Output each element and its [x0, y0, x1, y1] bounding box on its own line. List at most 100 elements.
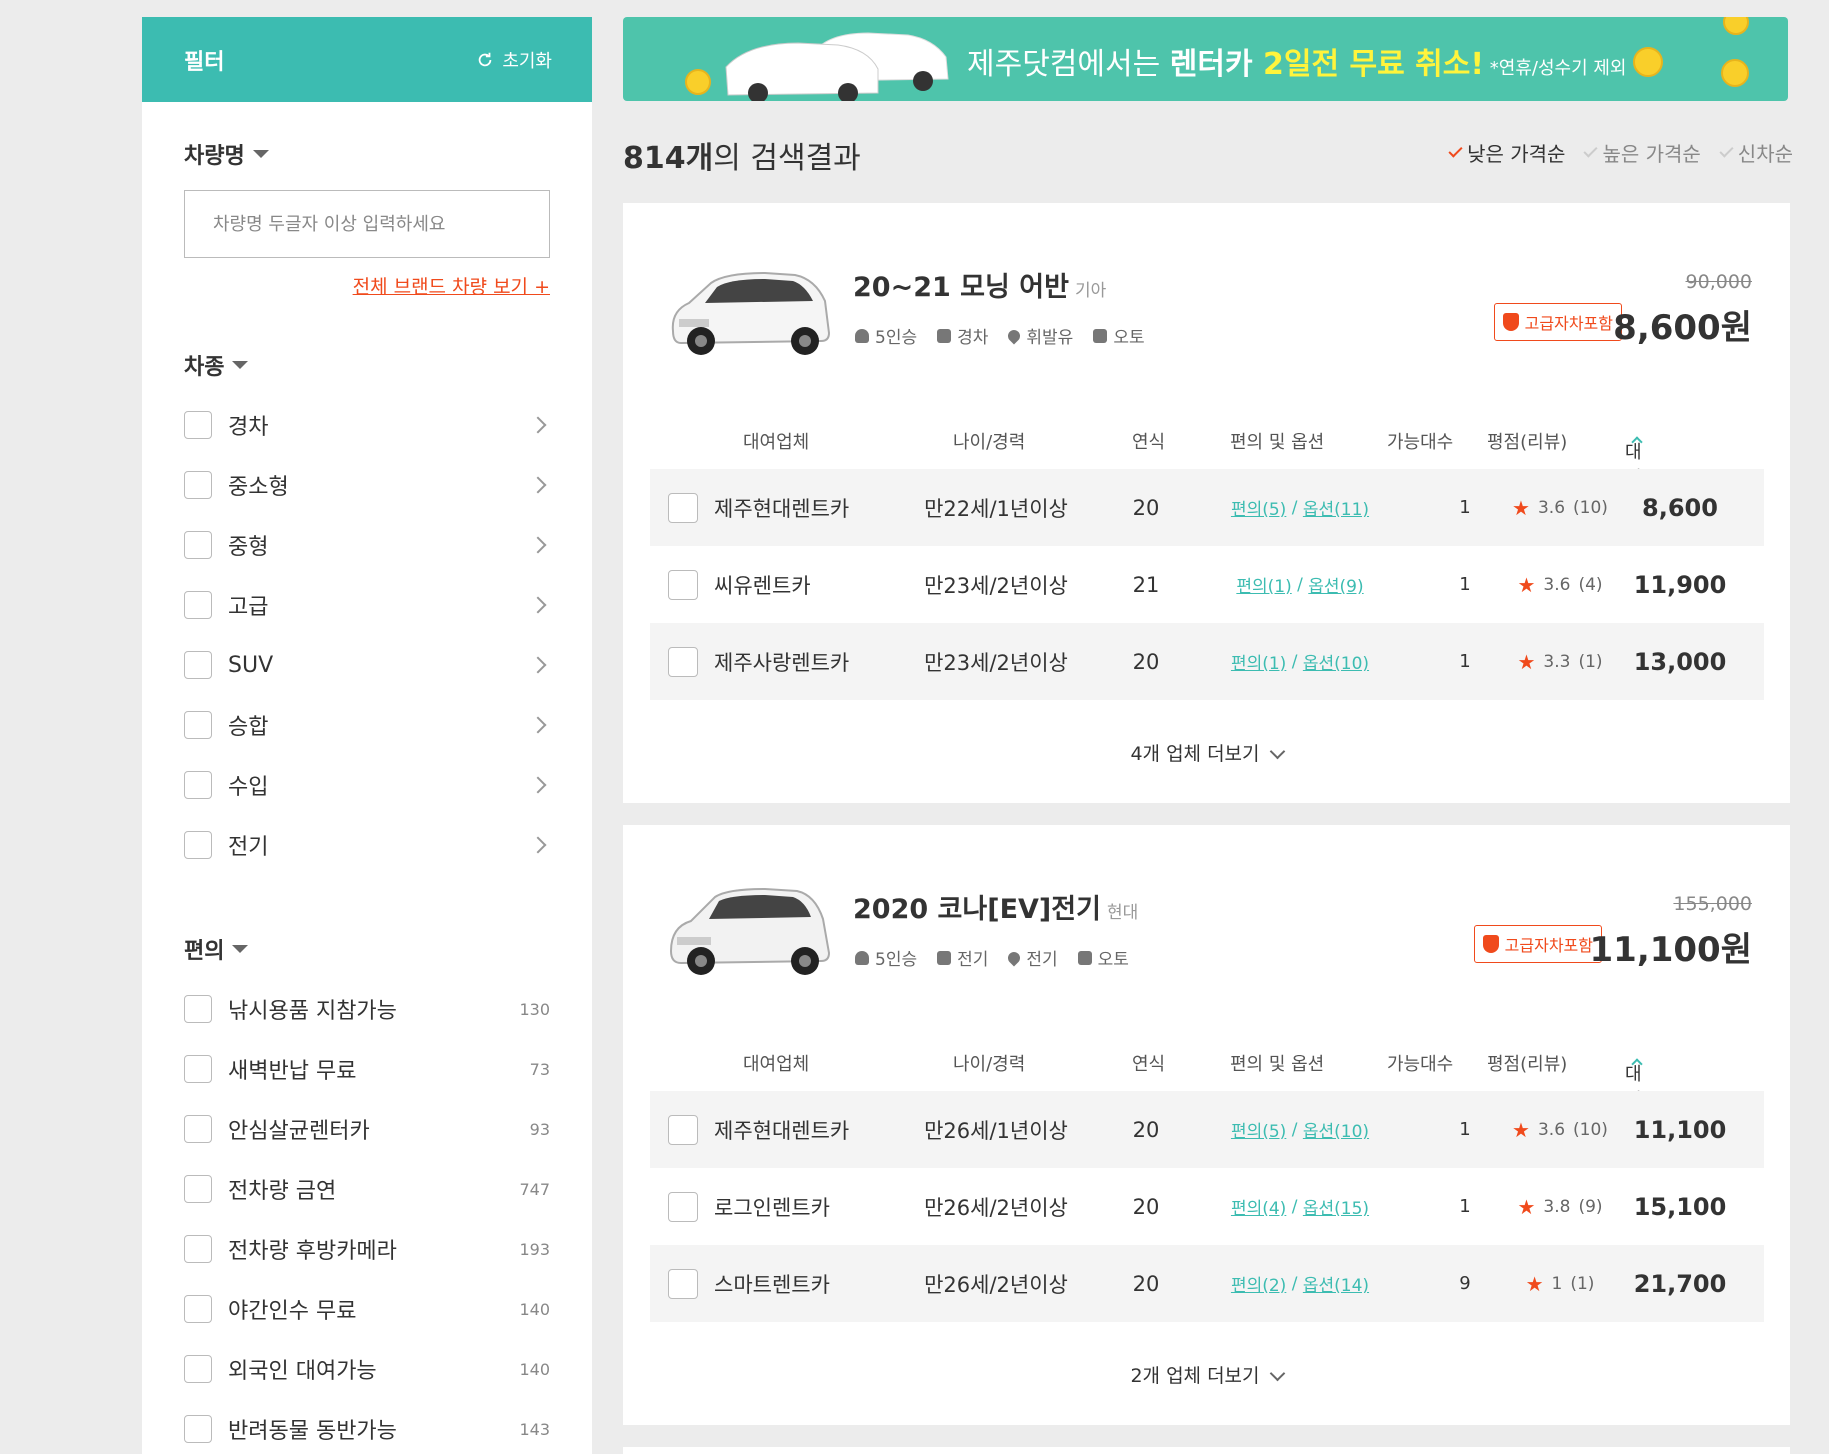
checkbox[interactable]: [184, 471, 212, 499]
convenience-link[interactable]: 편의(1): [1231, 649, 1286, 674]
convenience-item[interactable]: 반려동물 동반가능 143: [184, 1399, 550, 1454]
vendor-row[interactable]: 제주현대렌트카 만26세/1년이상 20 편의(5) / 옵션(10) 1 ★ 3…: [650, 1091, 1764, 1168]
show-more-vendors-button[interactable]: 2개 업체 더보기: [623, 1361, 1790, 1388]
options-links: 편의(4) / 옵션(15): [1210, 1168, 1390, 1245]
chevron-right-icon[interactable]: [529, 836, 547, 854]
convenience-item[interactable]: 새벽반납 무료 73: [184, 1039, 550, 1099]
convenience-item[interactable]: 낚시용품 지참가능 130: [184, 979, 550, 1039]
checkbox[interactable]: [184, 651, 212, 679]
spec-text: 오토: [1097, 950, 1129, 970]
checkbox[interactable]: [184, 1295, 212, 1323]
checkbox[interactable]: [184, 711, 212, 739]
chevron-down-icon: [1269, 1365, 1285, 1382]
model-year: 20: [1132, 649, 1160, 674]
checkbox[interactable]: [184, 1055, 212, 1083]
convenience-item[interactable]: 야간인수 무료 140: [184, 1279, 550, 1339]
person-icon: [855, 950, 869, 965]
convenience-link[interactable]: 편의(2): [1231, 1271, 1286, 1296]
checkbox[interactable]: [184, 831, 212, 859]
age-requirement: 만26세/1년이상: [924, 1118, 1068, 1143]
current-price: 11,100원: [1589, 930, 1752, 970]
convenience-item[interactable]: 전차량 금연 747: [184, 1159, 550, 1219]
result-count-suffix: 의 검색결과: [713, 141, 861, 176]
chevron-right-icon[interactable]: [529, 716, 547, 734]
checkbox[interactable]: [668, 569, 698, 600]
checkbox[interactable]: [184, 1115, 212, 1143]
car-type-item[interactable]: 중소형: [184, 455, 550, 515]
all-brands-link[interactable]: 전체 브랜드 차량 보기 +: [184, 272, 550, 299]
option-link[interactable]: 옵션(10): [1303, 649, 1369, 674]
option-link[interactable]: 옵션(15): [1303, 1194, 1369, 1219]
checkbox[interactable]: [184, 1175, 212, 1203]
convenience-link[interactable]: 편의(5): [1231, 495, 1286, 520]
car-type-item[interactable]: 전기: [184, 815, 550, 875]
rating: ★ 3.6 (10): [1490, 1091, 1630, 1168]
car-image-kona[interactable]: [665, 875, 835, 985]
chevron-right-icon[interactable]: [529, 536, 547, 554]
chevron-right-icon[interactable]: [529, 476, 547, 494]
checkbox[interactable]: [668, 492, 698, 523]
sort-high-price[interactable]: 높은 가격순: [1583, 138, 1701, 167]
convenience-link[interactable]: 편의(5): [1231, 1117, 1286, 1142]
car-specs: 5인승 전기 전기 오토: [855, 945, 1129, 970]
car-image-morning[interactable]: [665, 253, 835, 363]
vendor-row[interactable]: 제주현대렌트카 만22세/1년이상 20 편의(5) / 옵션(11) 1 ★ 3…: [650, 469, 1764, 546]
promo-banner[interactable]: 제주닷컴에서는 렌터카 2일전 무료 취소! *연휴/성수기 제외: [623, 17, 1788, 101]
car-type-item[interactable]: 승합: [184, 695, 550, 755]
checkbox[interactable]: [184, 1235, 212, 1263]
sort-newest[interactable]: 신차순: [1719, 138, 1793, 167]
spec-text: 전기: [1026, 950, 1058, 970]
chevron-right-icon[interactable]: [529, 596, 547, 614]
vendor-row[interactable]: 제주사랑렌트카 만23세/2년이상 20 편의(1) / 옵션(10) 1 ★ 3…: [650, 623, 1764, 700]
convenience-link[interactable]: 편의(1): [1236, 572, 1291, 597]
reset-label: 초기화: [502, 50, 552, 72]
option-link[interactable]: 옵션(11): [1303, 495, 1369, 520]
option-link[interactable]: 옵션(10): [1303, 1117, 1369, 1142]
options-links: 편의(2) / 옵션(14): [1210, 1245, 1390, 1322]
sort-low-price[interactable]: 낮은 가격순: [1448, 138, 1565, 167]
checkbox[interactable]: [184, 771, 212, 799]
convenience-item[interactable]: 안심살균렌터카 93: [184, 1099, 550, 1159]
vendor-row[interactable]: 로그인렌트카 만26세/2년이상 20 편의(4) / 옵션(15) 1 ★ 3.…: [650, 1168, 1764, 1245]
car-type-item[interactable]: 고급: [184, 575, 550, 635]
vendor-row[interactable]: 씨유렌트카 만23세/2년이상 21 편의(1) / 옵션(9) 1 ★ 3.6 (…: [650, 546, 1764, 623]
car-type-item[interactable]: 중형: [184, 515, 550, 575]
refresh-icon: [479, 52, 492, 66]
car-type-item[interactable]: 수입: [184, 755, 550, 815]
banner-text: 제주닷컴에서는 렌터카 2일전 무료 취소! *연휴/성수기 제외: [967, 39, 1626, 83]
option-link[interactable]: 옵션(14): [1303, 1271, 1369, 1296]
option-link[interactable]: 옵션(9): [1308, 572, 1363, 597]
age-requirement: 만23세/2년이상: [924, 650, 1068, 675]
car-name-input[interactable]: [184, 190, 550, 258]
car-name-section-title[interactable]: 차량명: [184, 138, 550, 170]
checkbox[interactable]: [184, 411, 212, 439]
car-title[interactable]: 2020 코나[EV]전기 현대: [853, 887, 1138, 926]
checkbox[interactable]: [668, 1114, 698, 1145]
car-type-label: 승합: [228, 715, 269, 740]
checkbox[interactable]: [184, 591, 212, 619]
vendor-table-header: 대여업체 나이/경력 연식 편의 및 옵션 가능대수 평점(리뷰) 대여료: [650, 1040, 1764, 1137]
checkbox[interactable]: [184, 1355, 212, 1383]
convenience-link[interactable]: 편의(4): [1231, 1194, 1286, 1219]
vendor-row[interactable]: 스마트렌트카 만26세/2년이상 20 편의(2) / 옵션(14) 9 ★ 1 (…: [650, 1245, 1764, 1322]
checkbox[interactable]: [184, 995, 212, 1023]
checkbox[interactable]: [668, 1191, 698, 1222]
show-more-vendors-button[interactable]: 4개 업체 더보기: [623, 739, 1790, 766]
review-count: (9): [1578, 1196, 1603, 1217]
banner-text-em1: 렌터카: [1169, 47, 1263, 82]
checkbox[interactable]: [668, 1268, 698, 1299]
convenience-item[interactable]: 전차량 후방카메라 193: [184, 1219, 550, 1279]
car-title[interactable]: 20~21 모닝 어반 기아: [853, 265, 1106, 304]
reset-button[interactable]: 초기화: [476, 47, 552, 73]
convenience-section-title[interactable]: 편의: [184, 933, 550, 965]
checkbox[interactable]: [184, 1415, 212, 1443]
car-type-section-title[interactable]: 차종: [184, 349, 550, 381]
chevron-right-icon[interactable]: [529, 656, 547, 674]
convenience-item[interactable]: 외국인 대여가능 140: [184, 1339, 550, 1399]
car-type-item[interactable]: 경차: [184, 395, 550, 455]
chevron-right-icon[interactable]: [529, 416, 547, 434]
checkbox[interactable]: [668, 646, 698, 677]
checkbox[interactable]: [184, 531, 212, 559]
car-type-item[interactable]: SUV: [184, 635, 550, 695]
chevron-right-icon[interactable]: [529, 776, 547, 794]
